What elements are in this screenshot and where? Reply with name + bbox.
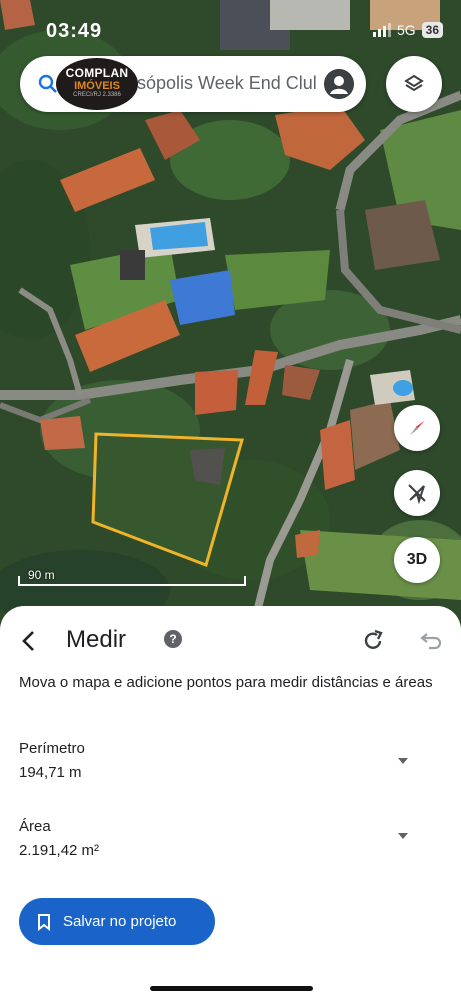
logo-line1: COMPLAN [65, 66, 129, 80]
battery-level: 36 [421, 22, 443, 38]
north-up-button[interactable] [394, 470, 440, 516]
search-query[interactable]: sópolis Week End Clul [137, 73, 327, 94]
area-expand-icon[interactable] [398, 833, 408, 839]
perimeter-value: 194,71 m [19, 764, 82, 781]
help-icon[interactable]: ? [164, 630, 182, 648]
status-indicators: 5G 36 [372, 22, 443, 38]
measure-panel: Medir ? Mova o mapa e adicione pontos pa… [0, 606, 461, 1000]
logo-line2: IMÓVEIS [74, 80, 120, 92]
north-up-icon [408, 484, 426, 505]
perimeter-label: Perímetro [19, 740, 85, 757]
compass-button[interactable] [394, 405, 440, 451]
perimeter-expand-icon[interactable] [398, 758, 408, 764]
back-arrow-icon[interactable] [14, 626, 44, 656]
scale-label: 90 m [28, 568, 55, 582]
scale-tick-right [244, 576, 246, 586]
panel-description: Mova o mapa e adicione pontos para medir… [19, 674, 433, 691]
layers-icon [404, 74, 424, 92]
redo-icon[interactable] [360, 628, 386, 654]
3d-toggle-button[interactable]: 3D [394, 537, 440, 583]
area-value: 2.191,42 m² [19, 842, 100, 859]
map-scale: 90 m [18, 568, 248, 586]
search-bar[interactable]: COMPLAN IMÓVEIS CRECI/RJ 2.3386 sópolis … [20, 56, 366, 112]
bookmark-icon [38, 913, 50, 931]
logo-line3: CRECI/RJ 2.3386 [73, 92, 121, 98]
network-label: 5G [396, 22, 416, 38]
watermark-logo: COMPLAN IMÓVEIS CRECI/RJ 2.3386 [56, 58, 138, 110]
status-time: 03:49 [46, 20, 103, 42]
save-button-label: Salvar no projeto [63, 913, 177, 930]
scale-bar [18, 584, 246, 586]
compass-icon [410, 421, 424, 435]
signal-icon [372, 23, 391, 37]
undo-icon[interactable] [417, 628, 443, 654]
layers-button[interactable] [386, 56, 442, 112]
status-bar: 03:49 5G 36 [0, 0, 461, 60]
home-indicator[interactable] [150, 986, 313, 991]
panel-title: Medir [66, 626, 127, 653]
account-icon[interactable] [324, 69, 354, 99]
area-label: Área [19, 818, 51, 835]
save-to-project-button[interactable]: Salvar no projeto [19, 898, 215, 945]
search-icon [38, 74, 57, 93]
